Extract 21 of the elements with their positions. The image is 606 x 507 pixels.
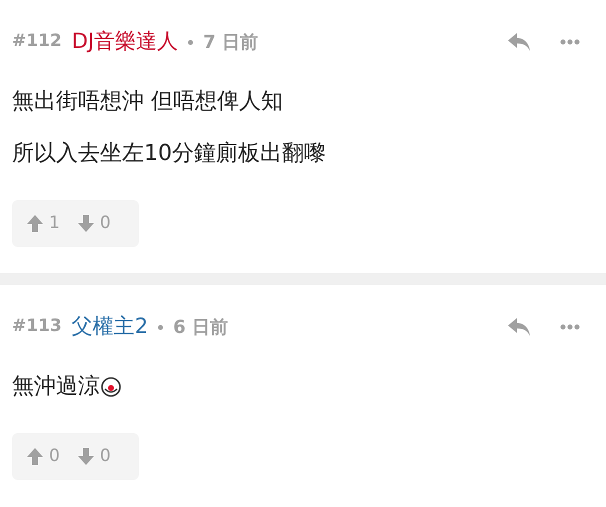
post-number: #112	[12, 30, 62, 54]
author-name[interactable]: DJ音樂達人	[72, 26, 178, 58]
upvote-button[interactable]: 0	[27, 444, 60, 470]
reply-icon[interactable]	[508, 33, 530, 51]
more-icon[interactable]	[560, 39, 580, 45]
up-arrow-icon	[27, 448, 43, 465]
post-text: 無沖過涼	[12, 373, 100, 401]
post-text: 無出街唔想沖 但唔想俾人知	[12, 88, 283, 116]
more-icon[interactable]	[560, 324, 580, 330]
post-text: 所以入去坐左10分鐘廁板出翻嚟	[12, 140, 326, 168]
post-time: 6 日前	[173, 316, 228, 340]
post-number: #113	[12, 315, 62, 338]
reply-icon[interactable]	[508, 318, 530, 336]
post-time: 7 日前	[203, 30, 258, 54]
upvote-button[interactable]: 1	[27, 210, 60, 236]
author-name[interactable]: 父權主2	[72, 311, 148, 343]
downvote-button[interactable]: 0	[78, 444, 111, 470]
up-arrow-icon	[27, 215, 43, 232]
down-arrow-icon	[78, 448, 94, 465]
downvote-button[interactable]: 0	[78, 210, 111, 236]
down-arrow-icon	[78, 215, 94, 232]
